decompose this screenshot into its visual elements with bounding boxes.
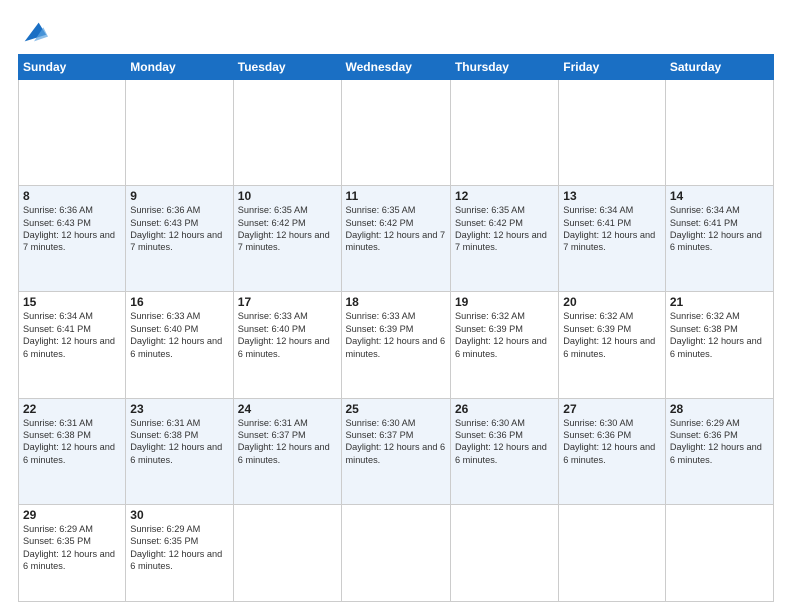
calendar-cell: 23 Sunrise: 6:31 AMSunset: 6:38 PMDayligh… (126, 398, 233, 504)
day-info: Sunrise: 6:36 AMSunset: 6:43 PMDaylight:… (23, 205, 115, 252)
calendar-cell: 15 Sunrise: 6:34 AMSunset: 6:41 PMDayligh… (19, 292, 126, 398)
day-info: Sunrise: 6:30 AMSunset: 6:36 PMDaylight:… (455, 418, 547, 465)
day-number: 22 (23, 402, 121, 416)
calendar-cell: 25 Sunrise: 6:30 AMSunset: 6:37 PMDayligh… (341, 398, 450, 504)
calendar-week-row: 8 Sunrise: 6:36 AMSunset: 6:43 PMDaylight… (19, 186, 774, 292)
day-info: Sunrise: 6:36 AMSunset: 6:43 PMDaylight:… (130, 205, 222, 252)
calendar-cell: 14 Sunrise: 6:34 AMSunset: 6:41 PMDayligh… (665, 186, 773, 292)
day-number: 16 (130, 295, 228, 309)
column-header-thursday: Thursday (450, 55, 558, 80)
day-info: Sunrise: 6:30 AMSunset: 6:37 PMDaylight:… (346, 418, 446, 465)
day-info: Sunrise: 6:32 AMSunset: 6:39 PMDaylight:… (563, 311, 655, 358)
calendar-week-row: 15 Sunrise: 6:34 AMSunset: 6:41 PMDayligh… (19, 292, 774, 398)
column-header-friday: Friday (559, 55, 666, 80)
day-number: 17 (238, 295, 337, 309)
calendar-cell (233, 504, 341, 601)
calendar-cell: 27 Sunrise: 6:30 AMSunset: 6:36 PMDayligh… (559, 398, 666, 504)
day-number: 11 (346, 189, 446, 203)
calendar-cell: 19 Sunrise: 6:32 AMSunset: 6:39 PMDayligh… (450, 292, 558, 398)
calendar-table: SundayMondayTuesdayWednesdayThursdayFrid… (18, 54, 774, 602)
day-number: 8 (23, 189, 121, 203)
calendar-cell: 26 Sunrise: 6:30 AMSunset: 6:36 PMDayligh… (450, 398, 558, 504)
calendar-cell (341, 504, 450, 601)
day-number: 12 (455, 189, 554, 203)
calendar-cell (450, 504, 558, 601)
day-number: 15 (23, 295, 121, 309)
day-number: 14 (670, 189, 769, 203)
day-number: 27 (563, 402, 661, 416)
day-info: Sunrise: 6:32 AMSunset: 6:38 PMDaylight:… (670, 311, 762, 358)
day-info: Sunrise: 6:34 AMSunset: 6:41 PMDaylight:… (670, 205, 762, 252)
calendar-cell: 12 Sunrise: 6:35 AMSunset: 6:42 PMDayligh… (450, 186, 558, 292)
calendar-cell (341, 80, 450, 186)
day-number: 19 (455, 295, 554, 309)
column-header-saturday: Saturday (665, 55, 773, 80)
calendar-week-row (19, 80, 774, 186)
calendar-cell: 29 Sunrise: 6:29 AMSunset: 6:35 PMDayligh… (19, 504, 126, 601)
column-header-tuesday: Tuesday (233, 55, 341, 80)
calendar-cell: 16 Sunrise: 6:33 AMSunset: 6:40 PMDayligh… (126, 292, 233, 398)
day-info: Sunrise: 6:33 AMSunset: 6:40 PMDaylight:… (130, 311, 222, 358)
day-info: Sunrise: 6:31 AMSunset: 6:38 PMDaylight:… (130, 418, 222, 465)
column-header-wednesday: Wednesday (341, 55, 450, 80)
day-info: Sunrise: 6:30 AMSunset: 6:36 PMDaylight:… (563, 418, 655, 465)
day-info: Sunrise: 6:32 AMSunset: 6:39 PMDaylight:… (455, 311, 547, 358)
day-number: 18 (346, 295, 446, 309)
day-info: Sunrise: 6:29 AMSunset: 6:35 PMDaylight:… (23, 524, 115, 571)
calendar-week-row: 29 Sunrise: 6:29 AMSunset: 6:35 PMDayligh… (19, 504, 774, 601)
day-info: Sunrise: 6:31 AMSunset: 6:37 PMDaylight:… (238, 418, 330, 465)
day-number: 24 (238, 402, 337, 416)
header (18, 18, 774, 46)
logo-icon (20, 18, 48, 46)
column-header-monday: Monday (126, 55, 233, 80)
day-info: Sunrise: 6:35 AMSunset: 6:42 PMDaylight:… (238, 205, 330, 252)
day-number: 29 (23, 508, 121, 522)
calendar-cell: 28 Sunrise: 6:29 AMSunset: 6:36 PMDayligh… (665, 398, 773, 504)
day-number: 21 (670, 295, 769, 309)
calendar-cell: 30 Sunrise: 6:29 AMSunset: 6:35 PMDayligh… (126, 504, 233, 601)
day-number: 9 (130, 189, 228, 203)
day-info: Sunrise: 6:33 AMSunset: 6:40 PMDaylight:… (238, 311, 330, 358)
column-header-sunday: Sunday (19, 55, 126, 80)
calendar-cell (559, 80, 666, 186)
day-number: 20 (563, 295, 661, 309)
calendar-cell: 10 Sunrise: 6:35 AMSunset: 6:42 PMDayligh… (233, 186, 341, 292)
calendar-cell (665, 504, 773, 601)
day-number: 10 (238, 189, 337, 203)
day-number: 13 (563, 189, 661, 203)
day-number: 30 (130, 508, 228, 522)
day-info: Sunrise: 6:35 AMSunset: 6:42 PMDaylight:… (346, 205, 446, 252)
calendar-week-row: 22 Sunrise: 6:31 AMSunset: 6:38 PMDayligh… (19, 398, 774, 504)
calendar-cell: 13 Sunrise: 6:34 AMSunset: 6:41 PMDayligh… (559, 186, 666, 292)
page: SundayMondayTuesdayWednesdayThursdayFrid… (0, 0, 792, 612)
day-info: Sunrise: 6:29 AMSunset: 6:36 PMDaylight:… (670, 418, 762, 465)
calendar-cell (559, 504, 666, 601)
day-number: 25 (346, 402, 446, 416)
day-number: 23 (130, 402, 228, 416)
calendar-cell: 8 Sunrise: 6:36 AMSunset: 6:43 PMDaylight… (19, 186, 126, 292)
day-info: Sunrise: 6:31 AMSunset: 6:38 PMDaylight:… (23, 418, 115, 465)
day-number: 26 (455, 402, 554, 416)
day-number: 28 (670, 402, 769, 416)
calendar-cell: 11 Sunrise: 6:35 AMSunset: 6:42 PMDayligh… (341, 186, 450, 292)
calendar-cell: 21 Sunrise: 6:32 AMSunset: 6:38 PMDayligh… (665, 292, 773, 398)
calendar-header-row: SundayMondayTuesdayWednesdayThursdayFrid… (19, 55, 774, 80)
day-info: Sunrise: 6:34 AMSunset: 6:41 PMDaylight:… (23, 311, 115, 358)
calendar-cell (665, 80, 773, 186)
calendar-cell: 24 Sunrise: 6:31 AMSunset: 6:37 PMDayligh… (233, 398, 341, 504)
day-info: Sunrise: 6:33 AMSunset: 6:39 PMDaylight:… (346, 311, 446, 358)
calendar-cell (19, 80, 126, 186)
day-info: Sunrise: 6:35 AMSunset: 6:42 PMDaylight:… (455, 205, 547, 252)
calendar-cell: 22 Sunrise: 6:31 AMSunset: 6:38 PMDayligh… (19, 398, 126, 504)
calendar-cell: 20 Sunrise: 6:32 AMSunset: 6:39 PMDayligh… (559, 292, 666, 398)
day-info: Sunrise: 6:34 AMSunset: 6:41 PMDaylight:… (563, 205, 655, 252)
logo (18, 18, 48, 46)
calendar-cell: 18 Sunrise: 6:33 AMSunset: 6:39 PMDayligh… (341, 292, 450, 398)
calendar-cell: 9 Sunrise: 6:36 AMSunset: 6:43 PMDaylight… (126, 186, 233, 292)
calendar-cell: 17 Sunrise: 6:33 AMSunset: 6:40 PMDayligh… (233, 292, 341, 398)
day-info: Sunrise: 6:29 AMSunset: 6:35 PMDaylight:… (130, 524, 222, 571)
calendar-cell (450, 80, 558, 186)
calendar-cell (233, 80, 341, 186)
calendar-cell (126, 80, 233, 186)
